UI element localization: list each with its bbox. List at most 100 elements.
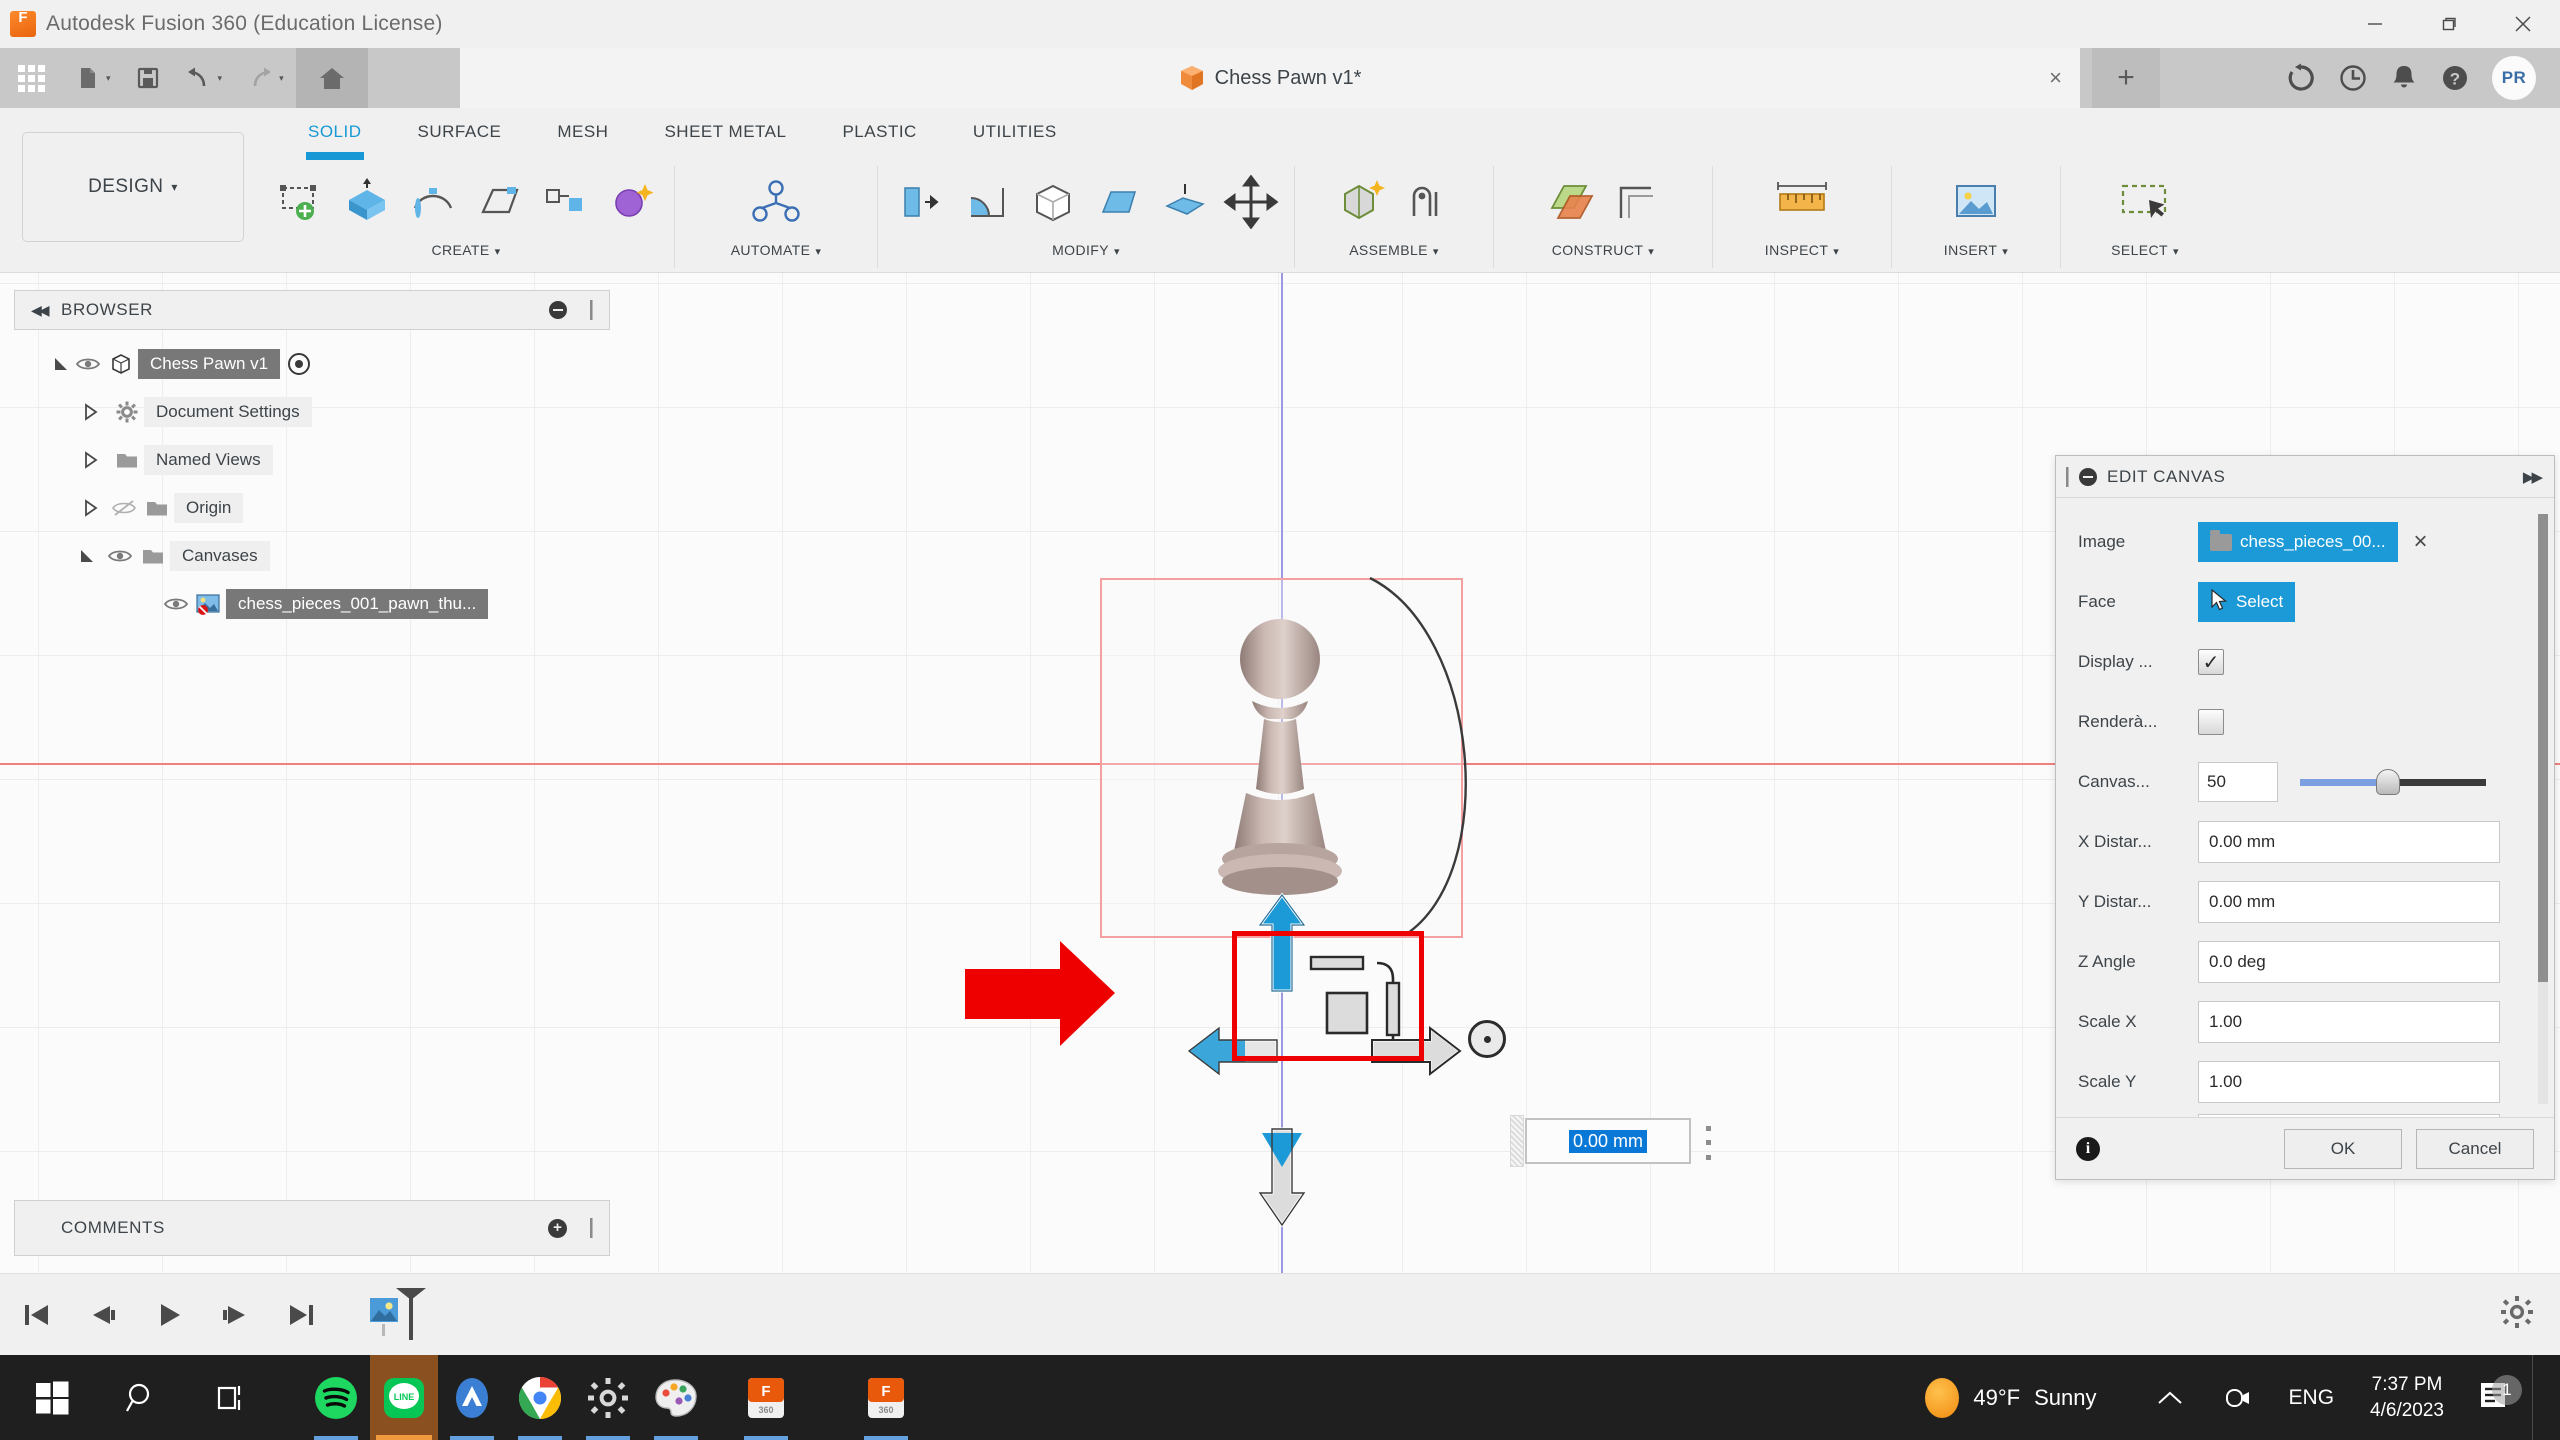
expanded-twisty-icon[interactable] bbox=[50, 353, 72, 375]
minimize-panel-icon[interactable] bbox=[549, 301, 567, 319]
automate-icon[interactable] bbox=[745, 171, 807, 233]
measure-icon[interactable] bbox=[1771, 171, 1833, 233]
canvas-opacity-slider[interactable] bbox=[2300, 762, 2486, 802]
tree-item-named-views[interactable]: Named Views bbox=[14, 436, 610, 484]
paint3d-taskbar-icon[interactable] bbox=[642, 1355, 710, 1440]
z-angle-input[interactable]: 0.0 deg bbox=[2198, 941, 2500, 983]
redo-button[interactable]: ▾ bbox=[234, 48, 296, 108]
chrome-taskbar-icon[interactable] bbox=[506, 1355, 574, 1440]
camera-tray-icon[interactable] bbox=[2203, 1384, 2271, 1412]
step-forward-button[interactable] bbox=[212, 1292, 258, 1338]
slider-knob[interactable] bbox=[2376, 769, 2400, 795]
collapsed-twisty-icon[interactable] bbox=[80, 497, 102, 519]
dimension-grip[interactable] bbox=[1510, 1115, 1524, 1167]
job-status-icon[interactable] bbox=[2286, 63, 2316, 93]
collapsed-twisty-icon[interactable] bbox=[80, 449, 102, 471]
add-comment-icon[interactable]: + bbox=[548, 1218, 567, 1238]
display-checkbox[interactable]: ✓ bbox=[2198, 649, 2224, 675]
axis-icon[interactable] bbox=[1605, 171, 1667, 233]
offset-plane-icon[interactable] bbox=[1539, 171, 1601, 233]
tab-solid[interactable]: SOLID bbox=[280, 122, 390, 160]
fusion360-taskbar-icon-2[interactable]: F 360 bbox=[852, 1355, 920, 1440]
new-file-button[interactable]: ▾ bbox=[63, 48, 123, 108]
help-icon[interactable]: ? bbox=[2440, 63, 2470, 93]
collapsed-twisty-icon[interactable] bbox=[80, 401, 102, 423]
tab-plastic[interactable]: PLASTIC bbox=[814, 122, 944, 156]
ribbon-group-label-automate[interactable]: AUTOMATE ▾ bbox=[731, 238, 822, 258]
search-button[interactable] bbox=[108, 1355, 176, 1440]
visibility-eye-icon[interactable] bbox=[72, 356, 104, 372]
visibility-eye-icon[interactable] bbox=[160, 596, 192, 612]
cancel-button[interactable]: Cancel bbox=[2416, 1128, 2534, 1169]
canvas-opacity-input[interactable]: 50 bbox=[2198, 762, 2278, 802]
close-button[interactable] bbox=[2486, 0, 2560, 48]
ribbon-group-label-select[interactable]: SELECT ▾ bbox=[2111, 238, 2179, 258]
render-checkbox[interactable]: ✓ bbox=[2198, 709, 2224, 735]
language-indicator[interactable]: ENG bbox=[2271, 1386, 2353, 1410]
sweep-icon[interactable] bbox=[468, 171, 530, 233]
taskbar-clock[interactable]: 7:37 PM 4/6/2023 bbox=[2352, 1372, 2462, 1423]
notifications-icon[interactable] bbox=[2390, 63, 2418, 93]
canvas-feature-icon[interactable] bbox=[368, 1286, 430, 1344]
expanded-twisty-icon[interactable] bbox=[76, 545, 98, 567]
undo-button[interactable]: ▾ bbox=[173, 48, 235, 108]
tab-surface[interactable]: SURFACE bbox=[390, 122, 530, 156]
panel-grip-icon[interactable] bbox=[590, 300, 593, 320]
tree-item-origin[interactable]: Origin bbox=[14, 484, 610, 532]
ribbon-group-label-modify[interactable]: MODIFY ▾ bbox=[1052, 238, 1120, 258]
ribbon-group-label-inspect[interactable]: INSPECT ▾ bbox=[1765, 238, 1839, 258]
image-selection-pill[interactable]: chess_pieces_00... bbox=[2198, 522, 2398, 562]
x-distance-input[interactable]: 0.00 mm bbox=[2198, 821, 2500, 863]
ribbon-group-label-insert[interactable]: INSERT ▾ bbox=[1944, 238, 2008, 258]
chevron-up-icon[interactable] bbox=[2137, 1389, 2203, 1407]
document-tab[interactable]: Chess Pawn v1* × bbox=[460, 48, 2080, 108]
notification-icon[interactable]: 1 bbox=[2462, 1375, 2532, 1417]
create-form-icon[interactable] bbox=[600, 171, 662, 233]
task-view-button[interactable] bbox=[198, 1355, 266, 1440]
tree-item-document-settings[interactable]: Document Settings bbox=[14, 388, 610, 436]
info-icon[interactable]: i bbox=[2076, 1136, 2100, 1161]
nordvpn-taskbar-icon[interactable] bbox=[438, 1355, 506, 1440]
weather-widget[interactable]: 49°F Sunny bbox=[1925, 1377, 2136, 1418]
save-button[interactable] bbox=[123, 48, 173, 108]
move-copy-icon[interactable] bbox=[1220, 171, 1282, 233]
recent-icon[interactable] bbox=[2338, 63, 2368, 93]
workspace-selector[interactable]: DESIGN ▾ bbox=[22, 132, 244, 242]
face-select-button[interactable]: Select bbox=[2198, 582, 2296, 622]
scale-x-input[interactable]: 1.00 bbox=[2198, 1001, 2500, 1043]
y-distance-input[interactable]: 0.00 mm bbox=[2198, 881, 2500, 923]
dialog-scrollbar[interactable] bbox=[2538, 514, 2548, 1104]
start-button[interactable] bbox=[18, 1355, 86, 1440]
spotify-taskbar-icon[interactable] bbox=[302, 1355, 370, 1440]
minimize-dialog-icon[interactable] bbox=[2079, 467, 2097, 486]
tree-item-canvas-image[interactable]: chess_pieces_001_pawn_thu... bbox=[14, 580, 610, 628]
press-pull-icon[interactable] bbox=[890, 171, 952, 233]
line-taskbar-icon[interactable]: LINE bbox=[370, 1355, 438, 1440]
fusion360-taskbar-icon-1[interactable]: F 360 bbox=[732, 1355, 800, 1440]
settings-taskbar-icon[interactable] bbox=[574, 1355, 642, 1440]
scale-icon[interactable] bbox=[1154, 171, 1216, 233]
minimize-button[interactable] bbox=[2338, 0, 2412, 48]
dimension-input[interactable]: 0.00 mm bbox=[1525, 1118, 1691, 1164]
scale-y-input[interactable]: 1.00 bbox=[2198, 1061, 2500, 1103]
visibility-eye-icon[interactable] bbox=[104, 548, 136, 564]
tab-mesh[interactable]: MESH bbox=[529, 122, 636, 156]
play-button[interactable] bbox=[146, 1292, 192, 1338]
draft-icon[interactable] bbox=[1088, 171, 1150, 233]
panel-grip-icon[interactable] bbox=[590, 1218, 593, 1238]
ribbon-group-label-assemble[interactable]: ASSEMBLE ▾ bbox=[1349, 238, 1439, 258]
fillet-icon[interactable] bbox=[956, 171, 1018, 233]
tab-utilities[interactable]: UTILITIES bbox=[945, 122, 1085, 156]
user-avatar[interactable]: PR bbox=[2492, 56, 2536, 100]
activate-component-radio[interactable] bbox=[288, 353, 311, 375]
dimension-menu-button[interactable] bbox=[1700, 1121, 1716, 1165]
step-back-button[interactable] bbox=[80, 1292, 126, 1338]
close-tab-button[interactable]: × bbox=[2049, 67, 2062, 89]
tab-sheet-metal[interactable]: SHEET METAL bbox=[636, 122, 814, 156]
extrude-icon[interactable] bbox=[336, 171, 398, 233]
shell-icon[interactable] bbox=[1022, 171, 1084, 233]
joint-icon[interactable] bbox=[1396, 171, 1458, 233]
new-tab-button[interactable]: + bbox=[2092, 48, 2160, 108]
go-to-end-button[interactable] bbox=[278, 1292, 324, 1338]
timeline-settings-icon[interactable] bbox=[2500, 1295, 2534, 1334]
